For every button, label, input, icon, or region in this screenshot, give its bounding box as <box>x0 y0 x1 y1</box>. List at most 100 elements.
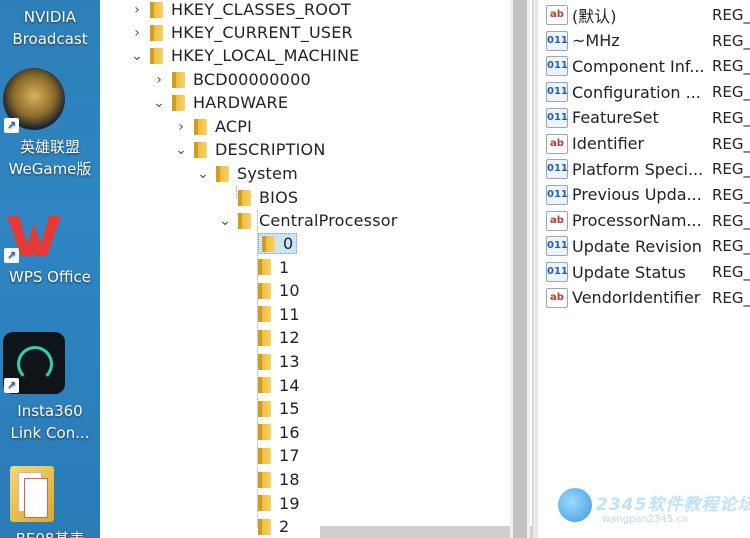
tree-node-label: BIOS <box>259 188 299 207</box>
tree-node-processor-17[interactable]: 17 <box>240 444 300 467</box>
value-name: Platform Speci... <box>572 159 704 179</box>
value-row[interactable]: 011Configuration ... REG_F <box>546 80 750 104</box>
tree-node-description[interactable]: ⌄ DESCRIPTION <box>174 138 326 161</box>
tree-node-label: ACPI <box>215 117 253 136</box>
tree-node-processor-2[interactable]: 2 <box>240 515 289 538</box>
tree-node-processor-1[interactable]: 1 <box>240 256 289 279</box>
tree-node-processor-18[interactable]: 18 <box>240 468 300 491</box>
tree-node-label: 11 <box>279 304 300 324</box>
tree-node-processor-14[interactable]: 14 <box>240 374 300 397</box>
collapse-chevron-icon[interactable]: ⌄ <box>174 142 188 158</box>
value-type: REG_D <box>712 108 750 127</box>
desktop-shortcut-league-of-legends[interactable]: ↗ 英雄联盟 WeGame版 <box>0 66 100 186</box>
value-name: Previous Upda... <box>572 185 702 205</box>
value-row[interactable]: 011Platform Speci... REG_D <box>546 157 750 181</box>
tree-node-processor-12[interactable]: 12 <box>240 326 300 349</box>
folder-icon <box>258 400 271 417</box>
value-row[interactable]: 011FeatureSet REG_D <box>546 106 750 130</box>
expand-chevron-icon[interactable]: › <box>152 72 166 88</box>
tree-node-processor-0[interactable]: 0 <box>240 232 298 255</box>
tree-node-processor-13[interactable]: 13 <box>240 350 300 373</box>
value-row[interactable]: abIdentifier REG_S <box>546 132 750 156</box>
value-row[interactable]: abVendorIdentifier REG_S <box>546 286 750 310</box>
tree-node-hardware[interactable]: ⌄ HARDWARE <box>152 91 288 114</box>
desktop-shortcut-folder[interactable]: BE08基表 <box>0 466 100 538</box>
folder-icon <box>194 118 207 135</box>
string-value-icon: ab <box>546 287 568 308</box>
value-row[interactable]: 011Component Inf... REG_F <box>546 54 750 78</box>
desktop-shortcut-insta360[interactable]: ↗ Insta360 Link Con... <box>0 330 100 450</box>
collapse-chevron-icon[interactable]: ⌄ <box>196 166 210 182</box>
folder-icon <box>216 165 229 182</box>
tree-node-centralprocessor[interactable]: ⌄ CentralProcessor <box>218 209 398 232</box>
folder-icon <box>150 47 163 64</box>
value-type: REG_D <box>712 160 750 179</box>
binary-value-icon: 011 <box>546 30 568 51</box>
value-row[interactable]: ab(默认) REG_S <box>546 3 750 27</box>
tree-scrollbar-thumb[interactable] <box>513 0 527 538</box>
value-type: REG_F <box>712 83 750 102</box>
tree-node-acpi[interactable]: › ACPI <box>174 115 252 138</box>
value-type: REG_S <box>712 211 750 230</box>
tree-node-hkcu[interactable]: › HKEY_CURRENT_USER <box>130 21 353 44</box>
folder-icon <box>172 71 185 88</box>
tree-node-label: HKEY_CURRENT_USER <box>171 23 353 42</box>
registry-tree-pane[interactable]: › HKEY_CLASSES_ROOT › HKEY_CURRENT_USER … <box>100 0 610 538</box>
value-row[interactable]: 011~MHz REG_D <box>546 29 750 53</box>
desktop-shortcut-nvidia-broadcast[interactable]: NVIDIA Broadcast <box>0 6 100 50</box>
value-row[interactable]: 011Update Status REG_D <box>546 260 750 284</box>
collapse-chevron-icon[interactable]: ⌄ <box>152 95 166 111</box>
desktop-icon-label: NVIDIA <box>23 8 77 26</box>
tree-node-label: 2 <box>279 517 290 537</box>
string-value-icon: ab <box>546 210 568 231</box>
tree-node-label: 15 <box>279 399 300 419</box>
value-name: Update Revision <box>572 236 702 256</box>
folder-icon <box>258 353 271 370</box>
value-name: ProcessorNam... <box>572 211 702 231</box>
folder-icon <box>150 1 163 18</box>
value-name: ~MHz <box>572 31 620 51</box>
tree-node-processor-11[interactable]: 11 <box>240 303 300 326</box>
registry-values-pane[interactable]: ab(默认)REG_S011~MHzREG_D011Component Inf.… <box>538 0 750 538</box>
folder-icon <box>258 495 271 512</box>
binary-value-icon: 011 <box>546 56 568 77</box>
desktop-icon-label: Link Con... <box>10 424 90 442</box>
tree-node-processor-15[interactable]: 15 <box>240 397 300 420</box>
tree-node-label: System <box>237 164 298 183</box>
tree-node-processor-16[interactable]: 16 <box>240 421 300 444</box>
value-name: Configuration ... <box>572 82 701 102</box>
tree-node-processor-19[interactable]: 19 <box>240 492 300 515</box>
folder-icon <box>258 518 271 535</box>
tree-node-system[interactable]: ⌄ System <box>196 162 298 185</box>
watermark-url: wangpan2345.cn <box>602 514 689 525</box>
tree-node-label: DESCRIPTION <box>215 140 326 159</box>
collapse-chevron-icon[interactable]: ⌄ <box>130 48 144 64</box>
tree-node-label: CentralProcessor <box>259 211 398 230</box>
tree-node-label: HKEY_CLASSES_ROOT <box>171 0 351 19</box>
collapse-chevron-icon[interactable]: ⌄ <box>218 213 232 229</box>
shortcut-arrow-icon: ↗ <box>4 118 19 133</box>
value-type: REG_S <box>712 288 750 307</box>
tree-node-processor-10[interactable]: 10 <box>240 279 300 302</box>
tree-node-hklm[interactable]: ⌄ HKEY_LOCAL_MACHINE <box>130 44 359 67</box>
binary-value-icon: 011 <box>546 82 568 103</box>
folder-document-icon <box>10 466 54 522</box>
folder-icon <box>258 329 271 346</box>
expand-chevron-icon[interactable]: › <box>130 25 144 41</box>
expand-chevron-icon[interactable]: › <box>130 2 144 18</box>
shortcut-arrow-icon: ↗ <box>4 248 19 263</box>
desktop-shortcut-wps-office[interactable]: ↗ WPS Office <box>0 204 100 294</box>
value-type: REG_E <box>712 185 750 204</box>
value-row[interactable]: abProcessorNam... REG_S <box>546 209 750 233</box>
expand-chevron-icon[interactable]: › <box>174 119 188 135</box>
tree-node-bios[interactable]: BIOS <box>218 186 298 209</box>
tree-node-label: 16 <box>279 422 300 442</box>
tree-node-bcd[interactable]: › BCD00000000 <box>152 68 311 91</box>
value-row[interactable]: 011Previous Upda... REG_E <box>546 183 750 207</box>
desktop-icon-label: WeGame版 <box>8 160 92 178</box>
tree-node-hkcr[interactable]: › HKEY_CLASSES_ROOT <box>130 0 351 21</box>
tree-node-label: 13 <box>279 352 300 371</box>
desktop-icon-label: WPS Office <box>9 268 91 286</box>
value-row[interactable]: 011Update Revision REG_E <box>546 234 750 258</box>
folder-icon <box>258 282 271 299</box>
